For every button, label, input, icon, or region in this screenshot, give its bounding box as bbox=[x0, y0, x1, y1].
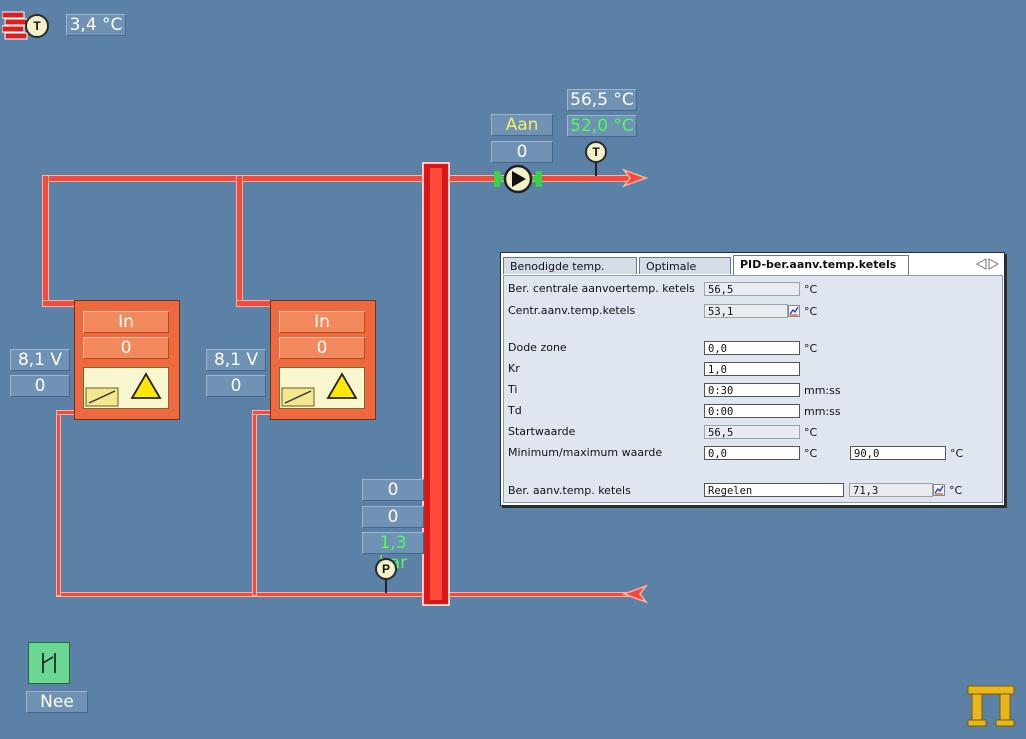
unit-startwaarde: °C bbox=[804, 426, 818, 439]
tab-scroll-arrows-icon[interactable] bbox=[975, 258, 1001, 273]
boiler-1-ramp-icon bbox=[85, 372, 162, 407]
pressure-value: 1,3 bar bbox=[362, 532, 424, 573]
boiler-2-modulation-panel bbox=[279, 367, 365, 409]
return-branch-2 bbox=[252, 410, 257, 596]
supply-sensor-stem bbox=[595, 162, 597, 176]
tab-benodigde-temp[interactable]: Benodigde temp. inst. bbox=[503, 257, 637, 290]
unit-ber-centrale: °C bbox=[804, 283, 818, 296]
switch-icon[interactable] bbox=[28, 642, 70, 684]
header-value-2: 0 bbox=[362, 506, 424, 528]
label-centr-aanv: Centr.aanv.temp.ketels bbox=[508, 304, 636, 317]
supply-branch-2-h bbox=[236, 300, 272, 307]
field-centr-aanv: 53,1 bbox=[704, 304, 788, 318]
field-max[interactable]: 90,0 bbox=[850, 446, 946, 460]
field-ber-aanv-mode[interactable]: Regelen bbox=[704, 483, 844, 497]
trend-icon[interactable] bbox=[788, 305, 800, 317]
field-ber-centrale: 56,5 bbox=[704, 282, 800, 296]
boiler-1-status: In bbox=[83, 311, 169, 333]
supply-branch-2 bbox=[236, 175, 243, 305]
supply-pipe bbox=[42, 175, 632, 182]
hydraulic-header bbox=[422, 162, 450, 606]
boiler-1-value: 0 bbox=[83, 337, 169, 359]
boiler-1[interactable]: In 0 bbox=[74, 300, 180, 420]
label-td: Td bbox=[508, 404, 522, 417]
label-minmax: Minimum/maximum waarde bbox=[508, 446, 663, 459]
supply-branch-1-h bbox=[42, 300, 78, 307]
supply-branch-1 bbox=[42, 175, 49, 305]
field-td[interactable]: 0:00 bbox=[704, 404, 800, 418]
return-arrow-icon bbox=[621, 584, 649, 609]
field-ber-aanv-value: 71,3 bbox=[849, 483, 933, 497]
boiler-2-status: In bbox=[279, 311, 365, 333]
pressure-sensor-stem bbox=[385, 579, 387, 593]
label-kr: Kr bbox=[508, 362, 520, 375]
unit-max: °C bbox=[950, 447, 964, 460]
boiler-1-count: 0 bbox=[10, 375, 70, 397]
header-value-1: 0 bbox=[362, 479, 424, 501]
field-min[interactable]: 0,0 bbox=[704, 446, 800, 460]
return-branch-1 bbox=[56, 410, 61, 596]
boiler-1-voltage: 8,1 V bbox=[10, 349, 70, 371]
boiler-2-value: 0 bbox=[279, 337, 365, 359]
boiler-2[interactable]: In 0 bbox=[270, 300, 376, 420]
dialog-tabs: Benodigde temp. inst. Optimale start PID… bbox=[501, 253, 1004, 290]
field-startwaarde: 56,5 bbox=[704, 425, 800, 439]
unit-ti: mm:ss bbox=[804, 384, 841, 397]
unit-min: °C bbox=[804, 447, 818, 460]
supply-setpoint-value: 52,0 °C bbox=[567, 115, 637, 137]
pid-panel: Ber. centrale aanvoertemp. ketels 56,5 °… bbox=[503, 275, 1003, 503]
switch-label: Nee bbox=[26, 691, 88, 713]
unit-dode-zone: °C bbox=[804, 342, 818, 355]
unit-centr-aanv: °C bbox=[804, 305, 818, 318]
boiler-2-ramp-icon bbox=[281, 372, 358, 407]
tab-pid-ber-aanv[interactable]: PID-ber.aanv.temp.ketels bbox=[733, 255, 909, 275]
label-ber-centrale: Ber. centrale aanvoertemp. ketels bbox=[508, 282, 695, 295]
boiler-1-modulation-panel bbox=[83, 367, 169, 409]
unit-ber-aanv: °C bbox=[949, 484, 963, 497]
supply-temp-sensor-icon: T bbox=[585, 141, 607, 163]
label-dode-zone: Dode zone bbox=[508, 341, 567, 354]
supply-temp-value: 56,5 °C bbox=[567, 89, 637, 111]
label-ber-aanv: Ber. aanv.temp. ketels bbox=[508, 484, 631, 497]
boiler-2-count: 0 bbox=[206, 375, 266, 397]
pump-icon[interactable] bbox=[494, 163, 542, 200]
pressure-sensor-icon: P bbox=[375, 558, 397, 580]
pid-dialog: Benodigde temp. inst. Optimale start PID… bbox=[500, 252, 1005, 506]
building-icon[interactable] bbox=[966, 684, 1016, 728]
supply-arrow-icon bbox=[621, 168, 649, 193]
unit-td: mm:ss bbox=[804, 405, 841, 418]
pump-status: Aan bbox=[491, 114, 553, 136]
outdoor-temp-value: 3,4 °C bbox=[66, 14, 126, 36]
trend-icon-2[interactable] bbox=[933, 484, 945, 496]
label-ti: Ti bbox=[508, 383, 518, 396]
tab-optimale-start[interactable]: Optimale start bbox=[639, 257, 731, 290]
field-kr[interactable]: 1,0 bbox=[704, 362, 800, 376]
field-dode-zone[interactable]: 0,0 bbox=[704, 341, 800, 355]
label-startwaarde: Startwaarde bbox=[508, 425, 576, 438]
return-pipe bbox=[56, 592, 634, 597]
outdoor-temp-sensor-icon: T bbox=[25, 14, 49, 38]
boiler-2-voltage: 8,1 V bbox=[206, 349, 266, 371]
pump-speed: 0 bbox=[491, 141, 553, 163]
field-ti[interactable]: 0:30 bbox=[704, 383, 800, 397]
